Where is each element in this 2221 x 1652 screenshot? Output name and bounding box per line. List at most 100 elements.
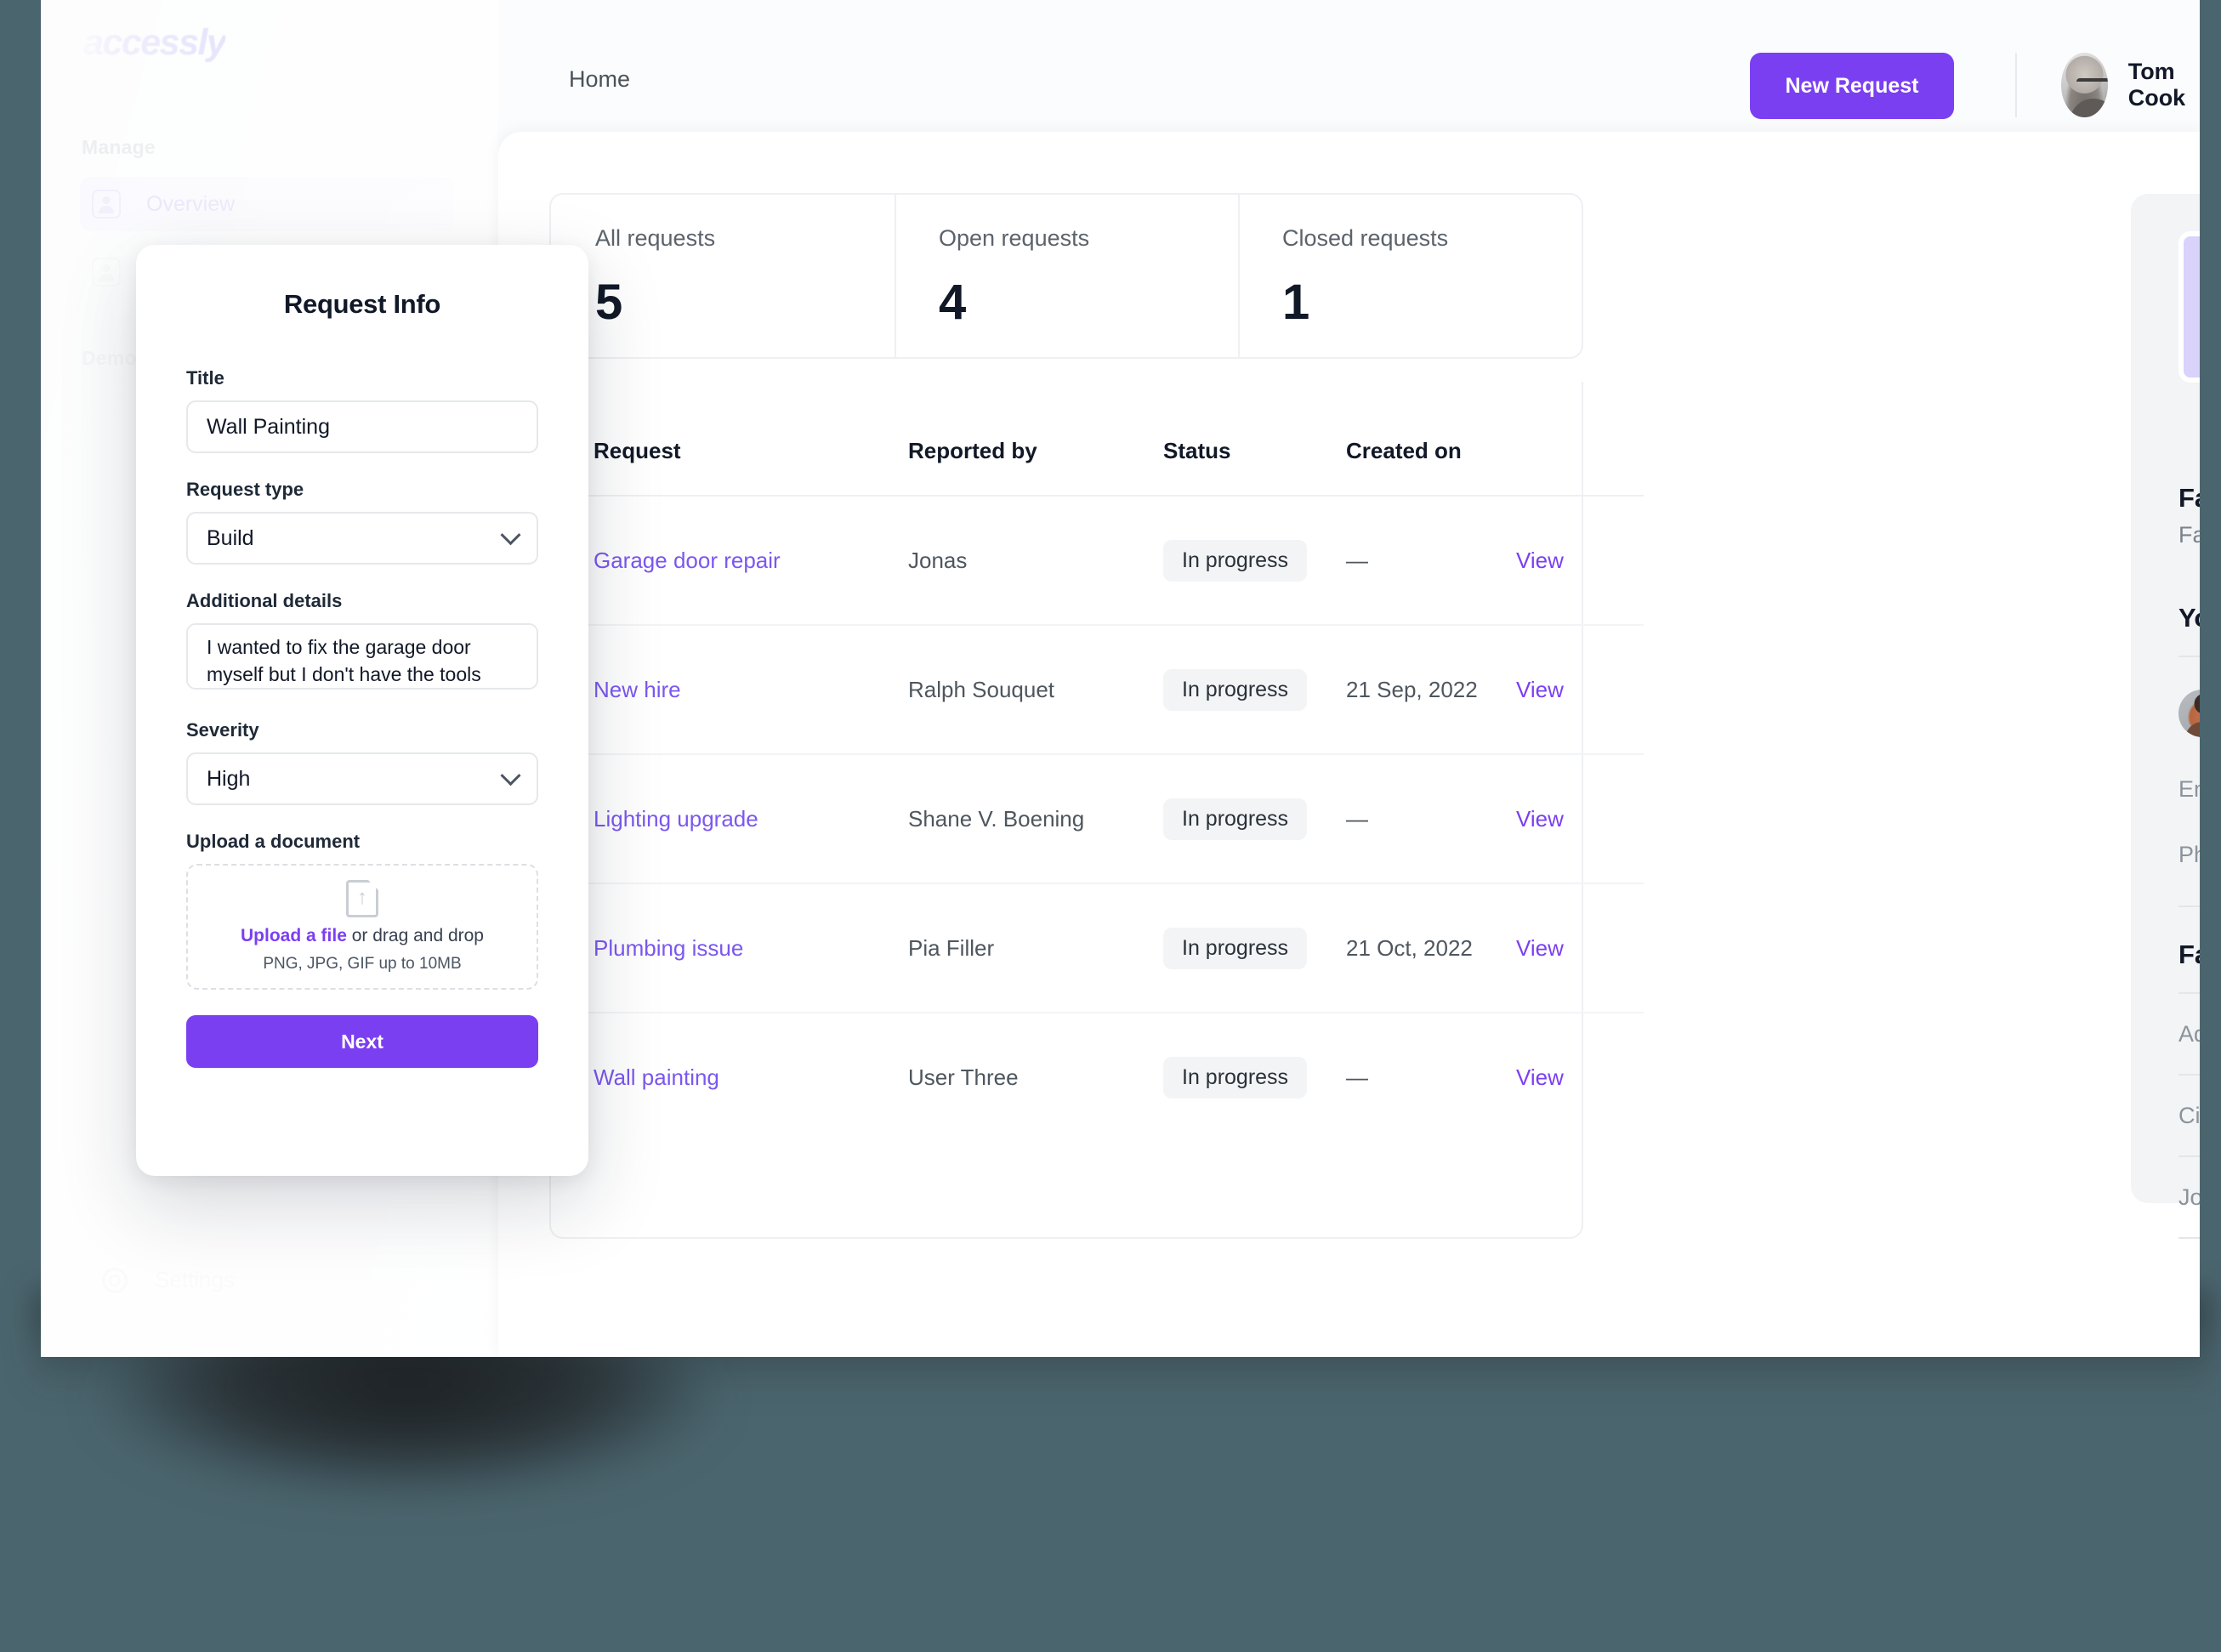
requests-table-wrapper: Request Reported by Status Created on Ga… — [549, 382, 1644, 1239]
sidebar-section-demo: Demo — [82, 347, 137, 369]
reported-by: Pia Filler — [908, 883, 1163, 1013]
col-request: Request — [551, 382, 908, 497]
severity-value: High — [207, 766, 251, 791]
title-label: Title — [186, 367, 224, 389]
avatar — [2061, 53, 2108, 117]
manager-email-row: Email aimee@facilitty.com — [2178, 776, 2200, 803]
facility-info-label: Address — [2178, 1020, 2200, 1047]
stat-card-open-requests: Open requests 4 — [895, 195, 1238, 357]
request-info-modal: Request Info Title Request type Build Ad… — [136, 245, 588, 1176]
table-row[interactable]: Lighting upgrade Shane V. Boening In pro… — [551, 754, 1644, 884]
additional-details-textarea[interactable] — [186, 623, 538, 690]
view-link[interactable]: View — [1516, 677, 1564, 702]
reported-by: User Three — [908, 1064, 1019, 1090]
facility-info-row: Address 1234 Main St. Suite 100 — [2178, 994, 2200, 1076]
request-type-label: Request type — [186, 479, 304, 500]
dropzone-primary-text: Upload a file or drag and drop — [241, 926, 484, 946]
next-button[interactable]: Next — [186, 1015, 538, 1068]
breadcrumb[interactable]: Home — [569, 66, 630, 93]
view-link[interactable]: View — [1516, 548, 1564, 573]
facility-info-label: City — [2178, 1102, 2200, 1128]
facility-info-title: Facility Info — [2178, 940, 2200, 969]
request-link[interactable]: Garage door repair — [594, 548, 781, 573]
dropzone-rest-text: or drag and drop — [346, 926, 484, 945]
status-badge: In progress — [1163, 1057, 1308, 1098]
reported-by: Shane V. Boening — [908, 754, 1163, 884]
stat-card-all-requests: All requests 5 — [551, 195, 895, 357]
upload-a-file-link[interactable]: Upload a file — [241, 926, 347, 945]
requests-table: Request Reported by Status Created on Ga… — [551, 382, 1644, 1142]
contact-card-icon — [92, 190, 121, 219]
manager-row[interactable]: Aimee Douglas — [2178, 690, 2200, 737]
profile-header: TC Tom Cook Company Name Edit Profile — [2178, 231, 2200, 384]
request-type-value: Build — [207, 525, 254, 550]
col-created-on: Created on — [1346, 382, 1516, 497]
sidebar-section-manage: Manage — [82, 136, 156, 158]
divider — [2178, 656, 2200, 657]
table-row[interactable]: Plumbing issue Pia Filler In progress 21… — [551, 883, 1644, 1013]
user-menu[interactable]: Tom Cook — [2061, 53, 2200, 117]
created-on: — — [1346, 754, 1516, 884]
status-badge: In progress — [1163, 798, 1308, 840]
facility-info-row: Joined on June 8, 2020 — [2178, 1157, 2200, 1239]
facility-address: Facility Address — [2178, 522, 2200, 548]
reported-by: Ralph Souquet — [908, 625, 1163, 755]
screen-root: accessly Manage Overview Demo Settings H… — [0, 0, 2221, 1652]
status-badge: In progress — [1163, 539, 1308, 582]
table-row[interactable]: Wall painting User Three In progress — V… — [551, 1013, 1644, 1142]
facility-name: Facility Name — [2178, 483, 2200, 513]
status-badge: In progress — [1163, 668, 1308, 711]
view-link[interactable]: View — [1516, 935, 1564, 961]
severity-label: Severity — [186, 719, 259, 741]
file-upload-icon — [346, 880, 378, 917]
sidebar-item-settings[interactable]: Settings — [102, 1267, 235, 1293]
created-on: 21 Sep, 2022 — [1346, 625, 1516, 755]
file-dropzone[interactable]: Upload a file or drag and drop PNG, JPG,… — [186, 864, 538, 990]
facility-info-label: Joined on — [2178, 1184, 2200, 1210]
request-link[interactable]: Wall painting — [594, 1064, 719, 1090]
created-on: 21 Oct, 2022 — [1346, 883, 1516, 1013]
chevron-down-icon — [500, 524, 521, 545]
reported-by: Jonas — [908, 496, 1163, 626]
created-on: — — [1346, 496, 1516, 626]
dropzone-hint: PNG, JPG, GIF up to 10MB — [263, 955, 462, 973]
col-reported-by: Reported by — [908, 382, 1163, 497]
stat-label: Open requests — [939, 225, 1090, 251]
stat-value: 5 — [595, 275, 622, 330]
view-link[interactable]: View — [1516, 806, 1564, 832]
col-status: Status — [1163, 382, 1346, 497]
profile-avatar: TC — [2178, 231, 2200, 383]
title-input[interactable] — [186, 400, 538, 453]
main-area: Home New Request Tom Cook All requests 5 — [498, 0, 2200, 1357]
facility-managers-title: Your facility managers — [2178, 603, 2200, 633]
view-link[interactable]: View — [1516, 1064, 1564, 1090]
created-on: — — [1346, 1064, 1368, 1090]
content-card: All requests 5 Open requests 4 Closed re… — [498, 132, 2200, 1357]
upload-document-label: Upload a document — [186, 831, 361, 852]
manager-phone-label: Phone — [2178, 842, 2200, 867]
table-row[interactable]: New hire Ralph Souquet In progress 21 Se… — [551, 625, 1644, 755]
request-link[interactable]: Plumbing issue — [594, 935, 743, 961]
table-header-row: Request Reported by Status Created on — [551, 382, 1644, 497]
stat-label: Closed requests — [1282, 225, 1449, 251]
severity-select[interactable]: High — [186, 752, 538, 805]
profile-panel: TC Tom Cook Company Name Edit Profile Fa… — [2131, 194, 2200, 1239]
request-link[interactable]: New hire — [594, 677, 681, 702]
sidebar-item-overview[interactable]: Overview — [80, 177, 454, 231]
table-row[interactable]: Garage door repair Jonas In progress — V… — [551, 496, 1644, 626]
stat-value: 4 — [939, 275, 966, 330]
request-type-select[interactable]: Build — [186, 512, 538, 565]
app-logo[interactable]: accessly — [83, 22, 227, 64]
request-link[interactable]: Lighting upgrade — [594, 806, 758, 832]
manager-phone-row: Phone +61 723 823 2912 — [2178, 842, 2200, 868]
topbar: Home New Request Tom Cook — [498, 0, 2200, 132]
stat-label: All requests — [595, 225, 716, 251]
gear-icon — [102, 1267, 128, 1293]
modal-title: Request Info — [283, 289, 441, 319]
topbar-divider — [2015, 53, 2017, 117]
stat-card-closed-requests: Closed requests 1 — [1238, 195, 1582, 357]
user-name: Tom Cook — [2127, 59, 2186, 111]
contact-card-icon — [92, 258, 121, 287]
new-request-button[interactable]: New Request — [1750, 53, 1954, 119]
status-badge: In progress — [1163, 927, 1308, 969]
